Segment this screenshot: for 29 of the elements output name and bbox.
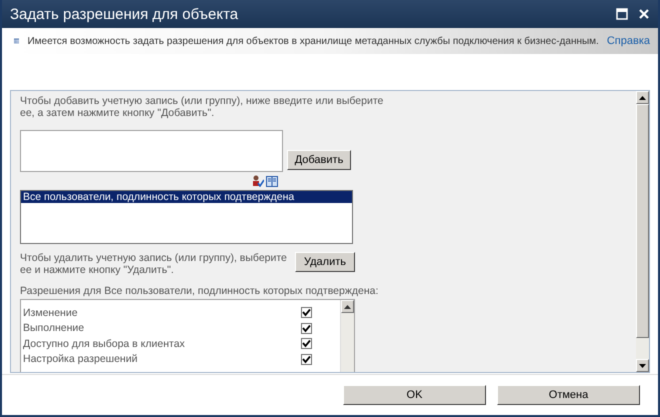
up-arrow-icon[interactable] — [639, 96, 646, 100]
account-input-field[interactable] — [20, 130, 283, 172]
close-icon[interactable] — [638, 8, 650, 20]
permission-checkbox[interactable] — [301, 322, 312, 334]
add-button[interactable]: Добавить — [287, 150, 351, 170]
permissions-label: Разрешения для Все пользователи, подлинность которых подтверждена: — [20, 285, 380, 297]
scrollbar[interactable] — [636, 91, 649, 372]
down-arrow-icon[interactable] — [639, 364, 646, 368]
permission-name: Доступно для выбора в клиентах — [23, 338, 185, 350]
permission-checkbox[interactable] — [301, 307, 312, 318]
permission-checkbox[interactable] — [301, 338, 312, 350]
check-names-icon[interactable] — [252, 175, 264, 187]
info-text: Имеется возможность задать разрешения для объектов в хранилище метаданных службы подключения к бизнес-данным. — [27, 36, 599, 46]
remove-instructions: Чтобы удалить учетную запись (или группу), выберите ее и нажмите кнопку "Удалить". — [20, 252, 288, 276]
add-instructions: Чтобы добавить учетную запись (или группу), ниже введите или выберите ее, а затем нажмите кнопку "Добавить". — [20, 95, 384, 119]
cancel-button[interactable]: Отмена — [497, 385, 640, 405]
permission-checkbox[interactable] — [301, 354, 312, 365]
help-link[interactable]: Справка — [606, 35, 650, 47]
address-book-icon[interactable] — [266, 176, 278, 186]
up-arrow-icon[interactable] — [344, 304, 351, 308]
permission-name: Выполнение — [23, 322, 84, 334]
window-title: Задать разрешения для объекта — [10, 6, 240, 22]
scrollbar[interactable] — [340, 300, 354, 372]
remove-button[interactable]: Удалить — [295, 252, 355, 272]
permission-name: Изменение — [23, 306, 78, 319]
maximize-icon[interactable] — [616, 8, 628, 20]
ok-button[interactable]: OK — [343, 385, 486, 405]
permission-name: Настройка разрешений — [23, 353, 138, 366]
account-list-item[interactable]: Все пользователи, подлинность которых подтверждена — [21, 191, 352, 203]
